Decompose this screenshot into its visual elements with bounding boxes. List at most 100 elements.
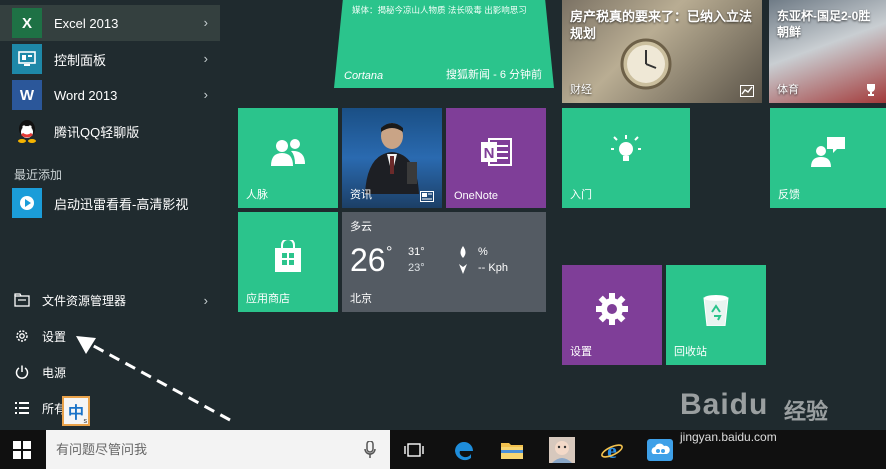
chart-icon: [740, 85, 754, 97]
windows-logo-icon: [13, 440, 31, 459]
tile-label: 应用商店: [246, 293, 290, 305]
sys-label: 电源: [42, 365, 67, 380]
app-control-panel[interactable]: 控制面板 ›: [0, 41, 220, 77]
sys-label: 设置: [42, 329, 67, 344]
onenote-tile[interactable]: N OneNote: [446, 108, 546, 208]
edge-button[interactable]: [444, 430, 484, 469]
edge-browser-icon: [455, 441, 473, 460]
tile-label: OneNote: [454, 190, 499, 202]
folder-icon: [501, 442, 523, 459]
app-label: 腾讯QQ轻聊版: [54, 124, 140, 140]
weather-wind: -- Kph: [478, 262, 508, 274]
start-button[interactable]: [2, 430, 42, 469]
app-qq[interactable]: 腾讯QQ轻聊版: [0, 113, 220, 149]
settings-gear-icon: [13, 327, 31, 345]
tile-label: 反馈: [778, 189, 800, 201]
xunlei-icon: [12, 188, 42, 218]
wind-icon: [459, 264, 467, 274]
news-headline: 东亚杯-国足2-0胜朝鲜: [777, 9, 871, 39]
ime-label: 中: [67, 405, 84, 422]
weather-temperature: 26: [350, 242, 386, 278]
ie-button[interactable]: e: [592, 430, 632, 469]
lightbulb-icon: [611, 135, 641, 161]
cloud-app-button[interactable]: [640, 430, 680, 469]
news-category: 体育: [777, 84, 799, 96]
app-label: Word 2013: [54, 87, 118, 103]
tile-label: 资讯: [350, 189, 372, 201]
weather-unit: °: [386, 244, 393, 261]
task-view-icon: [404, 442, 424, 457]
people-tile[interactable]: 人脉: [238, 108, 338, 208]
app-label: 控制面板: [54, 52, 107, 68]
dashed-arrow-annotation: [76, 336, 231, 422]
people-icon: [271, 139, 305, 166]
settings-gear-icon: [596, 293, 628, 325]
ime-indicator[interactable]: 中 s: [62, 396, 90, 426]
weather-condition: 多云: [350, 221, 372, 233]
word-icon: W: [12, 80, 42, 110]
weather-low: 23°: [408, 262, 425, 274]
cortana-news-tile[interactable]: 媒体：揭秘今凉山人物质 法长吸毒 出影响思习 Cortana 搜狐新闻 - 6 …: [334, 0, 554, 88]
feedback-tile[interactable]: 反馈: [770, 108, 886, 208]
tile-label: 设置: [570, 346, 592, 358]
all-apps-icon: [13, 399, 31, 417]
chevron-right-icon[interactable]: ›: [204, 293, 208, 308]
search-input[interactable]: [46, 430, 346, 469]
news-category: 财经: [570, 84, 592, 96]
baidu-watermark: Baidu 经验: [676, 388, 876, 428]
qq-icon: [12, 116, 42, 146]
excel-icon: X: [12, 8, 42, 38]
news-photo-tile[interactable]: 资讯: [342, 108, 442, 208]
news-headline: 房产税真的要来了：已纳入立法规划: [570, 9, 753, 41]
file-explorer-item[interactable]: 文件资源管理器 ›: [0, 283, 220, 317]
internet-explorer-icon: e: [601, 439, 623, 461]
settings-tile[interactable]: 设置: [562, 265, 662, 365]
svg-text:N: N: [484, 145, 495, 162]
app-label: 启动迅雷看看-高清影视: [54, 196, 189, 212]
recycle-bin-tile[interactable]: 回收站: [666, 265, 766, 365]
news-tile-sports[interactable]: 东亚杯-国足2-0胜朝鲜 体育: [769, 0, 886, 103]
store-bag-icon: [275, 240, 301, 272]
tile-label: 回收站: [674, 346, 707, 358]
microphone-icon[interactable]: [364, 441, 376, 459]
baidu-logo: Baidu: [680, 388, 769, 421]
trophy-icon: [867, 84, 875, 96]
sys-label: 文件资源管理器: [42, 293, 127, 308]
app-xunlei[interactable]: 启动迅雷看看-高清影视: [0, 185, 220, 221]
baidu-jingyan: 经验: [784, 399, 829, 424]
cloud-app-icon: [647, 438, 673, 461]
store-tile[interactable]: 应用商店: [238, 212, 338, 312]
cortana-source: 搜狐新闻 - 6 分钟前: [446, 69, 542, 81]
chevron-right-icon[interactable]: ›: [204, 51, 208, 66]
app-word-2013[interactable]: W Word 2013 ›: [0, 77, 220, 113]
power-icon: [13, 363, 31, 381]
watermark-url: jingyan.baidu.com: [680, 430, 777, 444]
feedback-icon: [811, 137, 845, 167]
tile-label: 人脉: [246, 189, 268, 201]
weather-high: 31°: [408, 246, 425, 258]
weather-city: 北京: [350, 293, 372, 305]
avatar-icon: [549, 436, 575, 463]
ime-sub-label: s: [83, 418, 88, 425]
app-excel-2013[interactable]: X Excel 2013 ›: [0, 5, 220, 41]
task-view-button[interactable]: [394, 430, 434, 469]
politician-photo: [365, 123, 419, 194]
recently-added-heading: 最近添加: [14, 168, 63, 182]
onenote-icon: N: [481, 138, 512, 166]
chevron-right-icon[interactable]: ›: [204, 87, 208, 102]
app-label: Excel 2013: [54, 15, 119, 31]
news-tile-finance[interactable]: 房产税真的要来了：已纳入立法规划 财经: [562, 0, 762, 103]
chevron-right-icon[interactable]: ›: [204, 15, 208, 30]
tile-label: 入门: [570, 189, 592, 201]
weather-humidity: %: [478, 246, 488, 258]
weather-tile[interactable]: 多云 26 ° 31° 23° % -- Kph 北京: [342, 212, 546, 312]
news-icon: [420, 191, 434, 202]
cortana-label: Cortana: [344, 70, 384, 82]
get-started-tile[interactable]: 入门: [562, 108, 690, 208]
search-box[interactable]: [46, 430, 390, 469]
humidity-drop-icon: [460, 246, 466, 258]
recycle-bin-icon: [703, 295, 729, 326]
control-panel-icon: [12, 44, 42, 74]
qq-avatar-button[interactable]: [542, 430, 582, 469]
file-explorer-taskbar-button[interactable]: [492, 430, 532, 469]
